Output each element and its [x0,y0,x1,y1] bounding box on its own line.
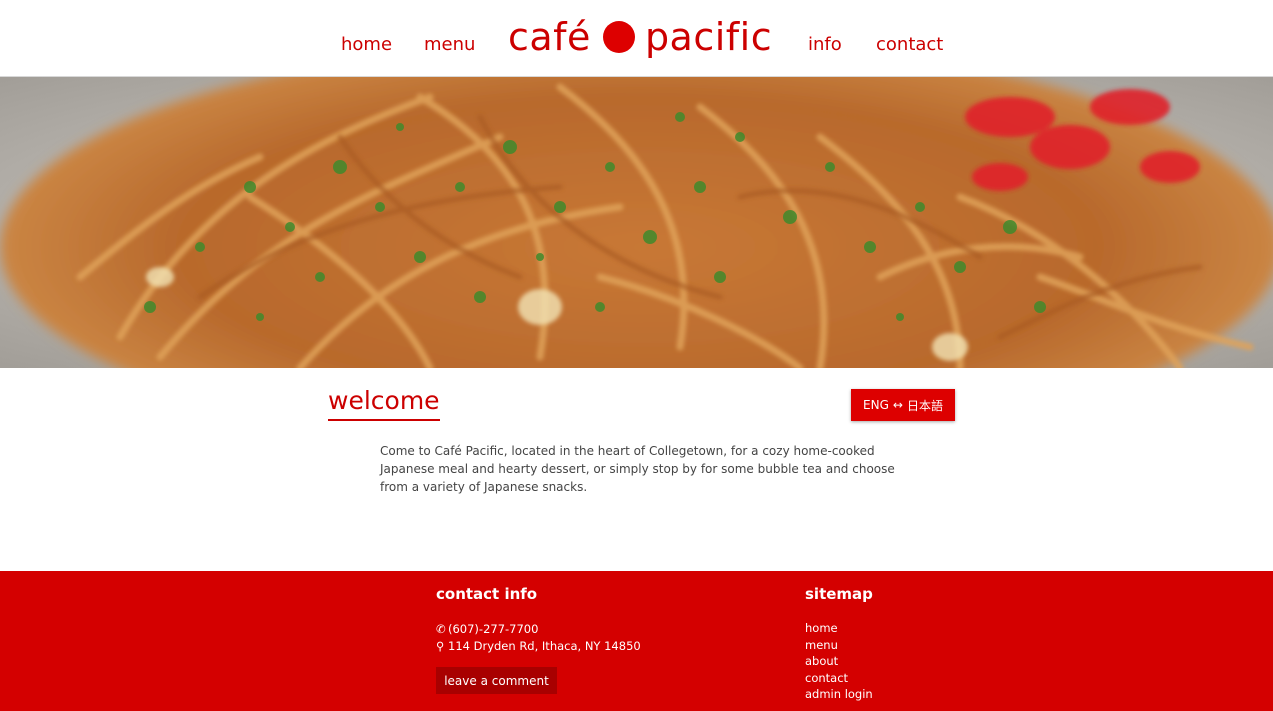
logo-text-cafe: café [508,15,591,59]
phone-icon: ✆ [436,622,446,636]
hero-food-image [0,77,1273,368]
contact-info-heading: contact info [436,585,538,603]
nav-contact-link[interactable]: contact [876,34,943,55]
phone-number: (607)-277-7700 [448,622,539,636]
welcome-description: Come to Café Pacific, located in the hea… [380,444,895,494]
leave-comment-button[interactable]: leave a comment [436,667,557,694]
nav-info-link[interactable]: info [808,34,842,55]
language-toggle-button[interactable]: ENG ↔ 日本語 [851,389,955,421]
site-footer: contact info ✆ (607)-277-7700 ⚲ 114 Dryden… [0,571,1273,711]
lang-jp-label: 日本語 [906,398,943,413]
nav-home-link[interactable]: home [341,34,392,55]
sitemap-link-contact[interactable]: contact [805,670,873,687]
swap-arrow-icon: ↔ [892,398,903,412]
sitemap-link-home[interactable]: home [805,620,873,637]
site-logo[interactable]: café pacific [508,12,772,62]
logo-text-pacific: pacific [644,15,773,59]
phone-line: ✆ (607)-277-7700 [436,622,538,636]
lang-eng-label: ENG [863,398,889,412]
nav-menu-link[interactable]: menu [424,34,475,55]
sitemap-heading: sitemap [805,585,873,603]
sitemap-link-about[interactable]: about [805,653,873,670]
map-marker-icon: ⚲ [436,639,445,653]
welcome-heading: welcome [328,386,440,421]
sitemap-link-admin-login[interactable]: admin login [805,686,873,703]
logo-dot-icon [602,21,635,53]
address-text: 114 Dryden Rd, Ithaca, NY 14850 [448,639,641,653]
sitemap-list: home menu about contact admin login [805,620,873,703]
sitemap-link-menu[interactable]: menu [805,637,873,654]
address-line: ⚲ 114 Dryden Rd, Ithaca, NY 14850 [436,639,641,653]
site-header: home menu café pacific info contact [0,0,1273,77]
